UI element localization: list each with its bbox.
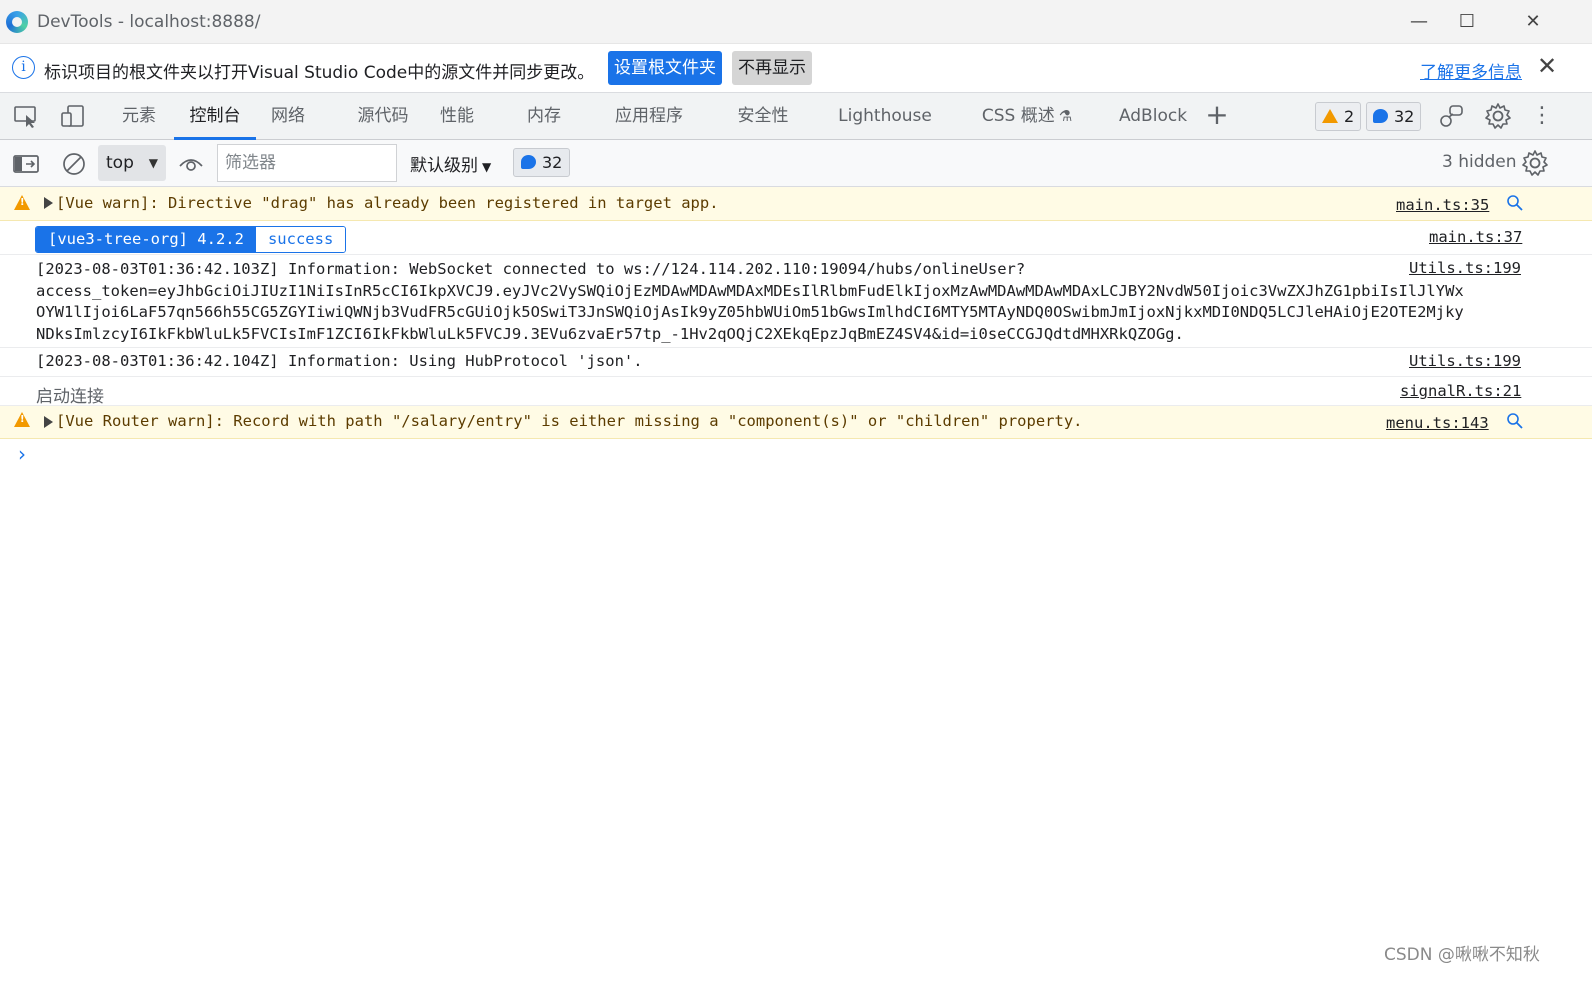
console-message-warning: [Vue warn]: Directive "drag" has already… — [0, 187, 1592, 221]
tab-performance[interactable]: 性能 — [433, 93, 481, 140]
message-text: [Vue Router warn]: Record with path "/sa… — [56, 412, 1083, 430]
message-text: 启动连接 — [36, 387, 104, 407]
tab-sources[interactable]: 源代码 — [350, 93, 416, 140]
infobar-message: 标识项目的根文件夹以打开Visual Studio Code中的源文件并同步更改… — [44, 63, 595, 83]
issues-count-badge[interactable]: 32 — [513, 148, 571, 177]
search-icon[interactable] — [1506, 412, 1524, 430]
message-count-badge[interactable]: 32 — [1366, 102, 1422, 131]
message-text: [2023-08-03T01:36:42.104Z] Information: … — [36, 352, 643, 370]
console-settings-gear-icon[interactable] — [1520, 148, 1550, 178]
inspect-element-icon[interactable] — [13, 103, 39, 129]
dont-show-again-button[interactable]: 不再显示 — [732, 51, 812, 85]
message-line: OYW1lIjoi6LaF57qn566h55CG5ZGYIiwiQWNjb3V… — [36, 303, 1464, 321]
tab-lighthouse[interactable]: Lighthouse — [836, 93, 934, 140]
source-link[interactable]: Utils.ts:199 — [1409, 352, 1521, 370]
message-line: NDksImlzcyI6IkFkbWluLk5FVCIsImF1ZCI6IkFk… — [36, 324, 1184, 343]
infobar-close-icon[interactable]: ✕ — [1535, 54, 1559, 78]
tab-adblock[interactable]: AdBlock — [1114, 93, 1192, 140]
tab-application[interactable]: 应用程序 — [607, 93, 691, 140]
maximize-button[interactable]: ☐ — [1444, 8, 1490, 36]
tab-memory[interactable]: 内存 — [520, 93, 568, 140]
context-select[interactable]: top ▼ — [98, 145, 166, 181]
tab-css-overview[interactable]: CSS 概述 ⚗ — [975, 93, 1079, 140]
warning-icon — [1322, 109, 1338, 123]
window-title: DevTools - localhost:8888/ — [37, 12, 261, 32]
more-options-icon[interactable]: ⋮ — [1527, 101, 1557, 131]
console-toolbar: top ▼ 默认级别 ▼ 32 3 hidden — [0, 140, 1592, 187]
flask-icon: ⚗ — [1058, 107, 1073, 125]
tab-console[interactable]: 控制台 — [174, 93, 256, 140]
live-expression-eye-icon[interactable] — [177, 150, 205, 178]
expand-triangle-icon[interactable] — [44, 197, 53, 209]
console-message-badge: [vue3-tree-org] 4.2.2 success main.ts:37 — [0, 221, 1592, 255]
source-link[interactable]: main.ts:35 — [1396, 196, 1489, 214]
message-text: [2023-08-03T01:36:42.103Z] Information: … — [36, 259, 1531, 345]
warning-icon — [14, 412, 30, 427]
more-tabs-plus-icon[interactable]: + — [1204, 99, 1230, 131]
message-text: [Vue warn]: Directive "drag" has already… — [56, 194, 719, 212]
message-line: [2023-08-03T01:36:42.103Z] Information: … — [36, 260, 652, 278]
chevron-down-icon: ▼ — [482, 160, 492, 174]
chevron-down-icon: ▼ — [148, 156, 158, 170]
set-root-folder-button[interactable]: 设置根文件夹 — [608, 51, 722, 85]
console-message-log: 启动连接 signalR.ts:21 — [0, 377, 1592, 407]
warning-icon — [14, 195, 30, 210]
badge-library-name: [vue3-tree-org] 4.2.2 — [36, 227, 256, 252]
window-close-button[interactable]: ✕ — [1510, 8, 1556, 36]
message-count: 32 — [1394, 107, 1415, 126]
library-version-badge: [vue3-tree-org] 4.2.2 success — [35, 226, 347, 253]
message-line: /hubs/onlineUser? — [866, 260, 1026, 278]
settings-gear-icon[interactable] — [1483, 101, 1513, 131]
source-link[interactable]: main.ts:37 — [1429, 228, 1522, 246]
console-message-warning: [Vue Router warn]: Record with path "/sa… — [0, 406, 1592, 439]
websocket-url-link[interactable]: //124.114.202.110:19094 — [652, 260, 867, 278]
device-emulation-icon[interactable] — [60, 103, 86, 129]
source-link[interactable]: menu.ts:143 — [1386, 414, 1489, 432]
log-level-select[interactable]: 默认级别 ▼ — [410, 151, 491, 176]
devtools-tabbar: 元素 控制台 网络 源代码 性能 内存 应用程序 安全性 Lighthouse … — [0, 93, 1592, 140]
infobar: i 标识项目的根文件夹以打开Visual Studio Code中的源文件并同步… — [0, 44, 1592, 93]
minimize-button[interactable]: — — [1396, 8, 1442, 36]
source-link[interactable]: Utils.ts:199 — [1409, 259, 1521, 277]
console-prompt-chevron-icon[interactable]: › — [18, 442, 26, 466]
learn-more-link[interactable]: 了解更多信息 — [1420, 58, 1522, 83]
customize-icon[interactable] — [1437, 101, 1467, 131]
message-line: access_token=eyJhbGciOiJIUzI1NiIsInR5cCI… — [36, 281, 1464, 300]
warning-count: 2 — [1344, 107, 1355, 126]
filter-input[interactable] — [217, 144, 397, 182]
search-icon[interactable] — [1506, 194, 1524, 212]
tab-network[interactable]: 网络 — [264, 93, 312, 140]
tab-security[interactable]: 安全性 — [730, 93, 796, 140]
issues-count: 32 — [542, 153, 563, 172]
tab-css-overview-label: CSS 概述 — [981, 106, 1055, 126]
log-level-value: 默认级别 — [410, 156, 478, 176]
edge-icon — [6, 11, 28, 33]
message-bubble-icon — [1373, 109, 1388, 123]
console-message-info: [2023-08-03T01:36:42.104Z] Information: … — [0, 348, 1592, 377]
console-message-info: [2023-08-03T01:36:42.103Z] Information: … — [0, 255, 1592, 348]
expand-triangle-icon[interactable] — [44, 416, 53, 428]
tab-elements[interactable]: 元素 — [114, 93, 164, 140]
sidebar-toggle-icon[interactable] — [12, 150, 40, 178]
source-link[interactable]: signalR.ts:21 — [1400, 382, 1521, 400]
clear-console-icon[interactable] — [60, 150, 88, 178]
info-icon: i — [12, 56, 35, 79]
context-value: top — [106, 153, 134, 173]
message-bubble-icon — [521, 155, 536, 169]
warning-count-badge[interactable]: 2 — [1315, 102, 1362, 131]
watermark: CSDN @啾啾不知秋 — [1384, 945, 1540, 965]
hidden-messages-count: 3 hidden — [1442, 152, 1517, 172]
console-messages: [Vue warn]: Directive "drag" has already… — [0, 187, 1592, 439]
title-bar: DevTools - localhost:8888/ — ☐ ✕ — [0, 0, 1592, 44]
badge-status: success — [255, 227, 346, 252]
